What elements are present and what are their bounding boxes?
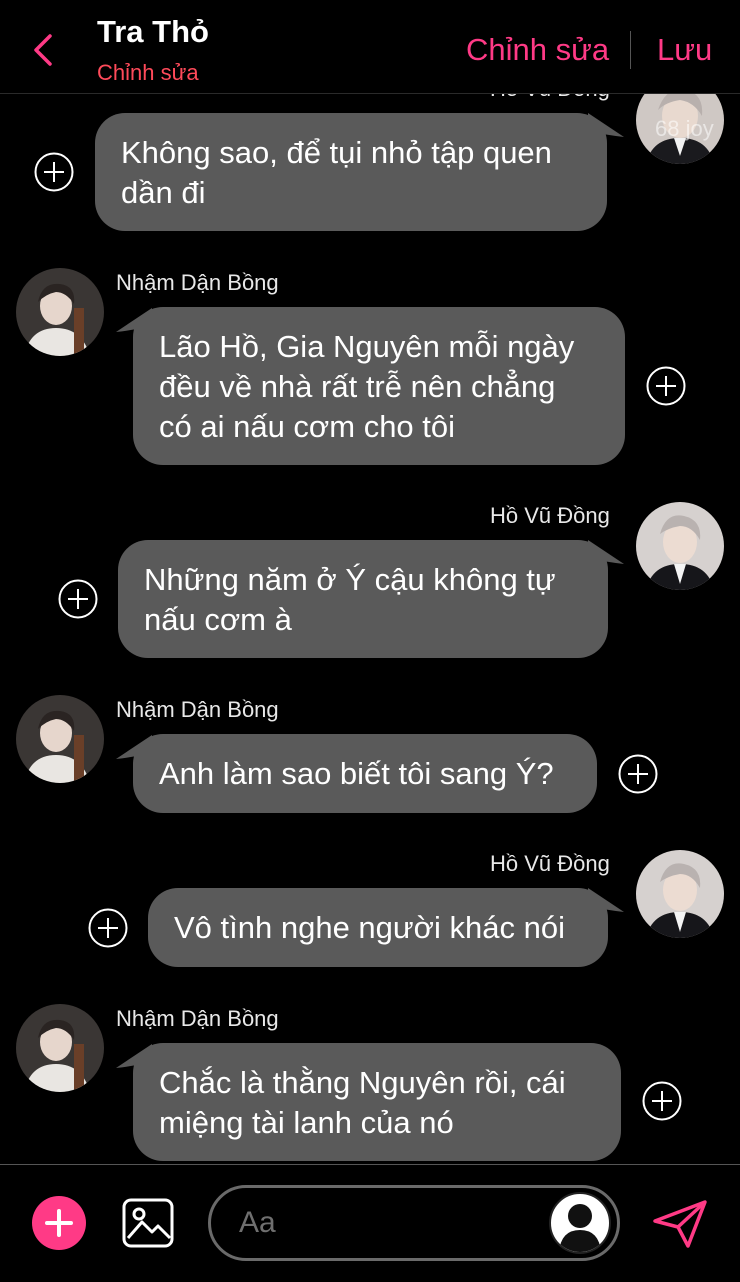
message-line: Lão Hồ, Gia Nguyên mỗi ngày (159, 329, 575, 364)
add-reaction-icon[interactable] (88, 908, 128, 948)
sender-name: Nhậm Dận Bồng (116, 1006, 279, 1031)
message-line: miệng tài lanh của nó (159, 1105, 454, 1140)
message-line: có ai nấu cơm cho tôi (159, 409, 456, 444)
plus-icon (45, 1209, 73, 1237)
bubble-tail (588, 888, 624, 912)
message-bubble[interactable]: Không sao, để tụi nhỏ tập quen dần đi (95, 113, 607, 231)
page-subtitle: Chỉnh sửa (97, 60, 199, 85)
sender-avatar-toggle[interactable] (549, 1192, 611, 1254)
message-line: đều về nhà rất trễ nên chẳng (159, 369, 556, 404)
sender-name: Nhậm Dận Bồng (116, 697, 279, 722)
message-bubble[interactable]: Anh làm sao biết tôi sang Ý? (133, 734, 597, 813)
bubble-tail (588, 113, 624, 137)
add-reaction-icon[interactable] (646, 366, 686, 406)
add-reaction-icon[interactable] (34, 152, 74, 192)
composer-bar: Aa (0, 1164, 740, 1282)
add-reaction-icon[interactable] (618, 754, 658, 794)
add-button[interactable] (32, 1196, 86, 1250)
divider (630, 31, 631, 69)
input-placeholder: Aa (239, 1206, 276, 1239)
chevron-left-icon[interactable] (28, 30, 58, 70)
avatar[interactable] (16, 1004, 104, 1092)
message-line: Vô tình nghe người khác nói (174, 910, 565, 945)
avatar[interactable] (636, 502, 724, 590)
image-icon[interactable] (122, 1198, 174, 1248)
send-icon[interactable] (652, 1199, 708, 1249)
user-silhouette-icon (559, 1204, 601, 1252)
chat-thread: Hồ Vũ Đồng 68 joy Không sao, để tụi nhỏ … (0, 0, 740, 1281)
save-button[interactable]: Lưu (657, 32, 712, 68)
sender-name: Nhậm Dận Bồng (116, 270, 279, 295)
avatar[interactable] (16, 268, 104, 356)
message-line: Những năm ở Ý cậu không tự (144, 562, 556, 597)
bubble-tail (588, 540, 624, 564)
avatar[interactable] (636, 850, 724, 938)
message-line: Anh làm sao biết tôi sang Ý? (159, 756, 554, 791)
message-bubble[interactable]: Lão Hồ, Gia Nguyên mỗi ngày đều về nhà r… (133, 307, 625, 465)
message-line: Không sao, để tụi nhỏ tập quen (121, 135, 552, 170)
watermark: 68 joy (655, 116, 714, 141)
sender-name: Hồ Vũ Đồng (490, 851, 610, 876)
message-bubble[interactable]: Vô tình nghe người khác nói (148, 888, 608, 967)
add-reaction-icon[interactable] (642, 1081, 682, 1121)
message-bubble[interactable]: Chắc là thằng Nguyên rồi, cái miệng tài … (133, 1043, 621, 1161)
message-line: Chắc là thằng Nguyên rồi, cái (159, 1065, 566, 1100)
sender-name: Hồ Vũ Đồng (490, 503, 610, 528)
edit-button[interactable]: Chỉnh sửa (466, 32, 609, 68)
message-line: nấu cơm à (144, 602, 292, 637)
avatar[interactable] (16, 695, 104, 783)
message-line: dần đi (121, 175, 206, 210)
top-bar: Tra Thỏ Chỉnh sửa Chỉnh sửa Lưu (0, 0, 740, 94)
add-reaction-icon[interactable] (58, 579, 98, 619)
message-bubble[interactable]: Những năm ở Ý cậu không tự nấu cơm à (118, 540, 608, 658)
message-input[interactable]: Aa (208, 1185, 620, 1261)
page-title: Tra Thỏ (97, 14, 209, 49)
